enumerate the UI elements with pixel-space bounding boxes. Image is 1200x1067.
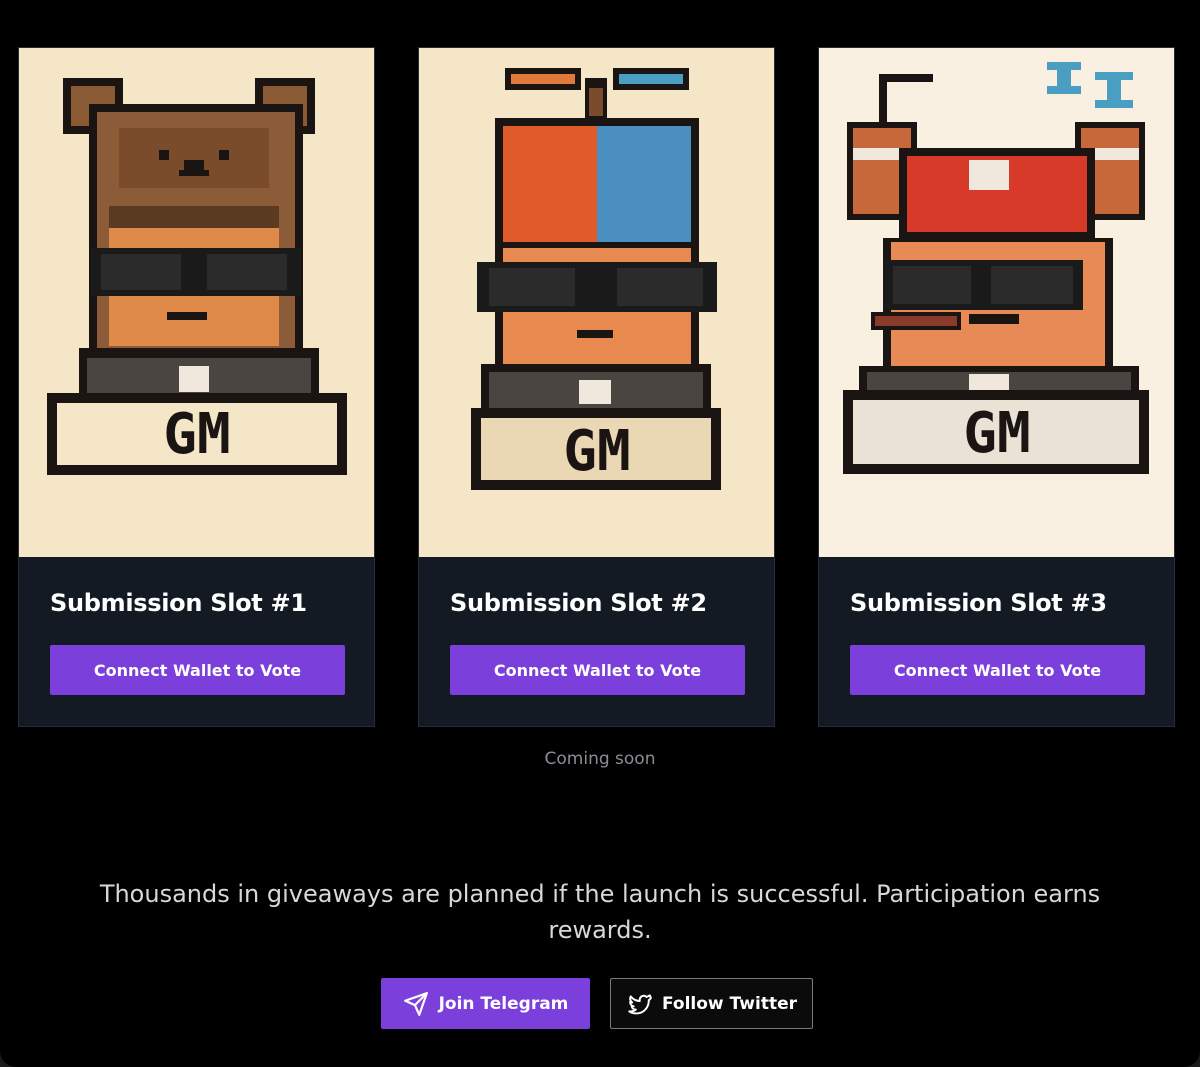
submission-card-2: GM Submission Slot #2 Connect Wallet to … bbox=[418, 47, 775, 727]
bear-hat-avatar-image: GM bbox=[19, 48, 374, 557]
submission-card-1: GM Submission Slot #1 Connect Wallet to … bbox=[18, 47, 375, 727]
page-frame: GM Submission Slot #1 Connect Wallet to … bbox=[0, 0, 1200, 1067]
card-title-2: Submission Slot #2 bbox=[450, 589, 707, 617]
connect-wallet-vote-button-3[interactable]: Connect Wallet to Vote bbox=[850, 645, 1145, 695]
submission-card-3: GM Submission Slot #3 Connect Wallet to … bbox=[818, 47, 1175, 727]
join-telegram-button[interactable]: Join Telegram bbox=[381, 978, 590, 1029]
coming-soon-text: Coming soon bbox=[544, 749, 656, 769]
card-title-1: Submission Slot #1 bbox=[50, 589, 307, 617]
propeller-cap-avatar-image: GM bbox=[419, 48, 774, 557]
gm-badge-3: GM bbox=[963, 401, 1030, 466]
follow-twitter-button[interactable]: Follow Twitter bbox=[610, 978, 813, 1029]
card-title-3: Submission Slot #3 bbox=[850, 589, 1107, 617]
connect-wallet-vote-button-1[interactable]: Connect Wallet to Vote bbox=[50, 645, 345, 695]
paper-plane-icon bbox=[403, 991, 429, 1017]
gm-badge-1: GM bbox=[163, 402, 230, 467]
gm-badge-2: GM bbox=[563, 419, 630, 484]
join-telegram-label: Join Telegram bbox=[438, 993, 569, 1014]
giveaway-promo-text: Thousands in giveaways are planned if th… bbox=[99, 880, 1101, 944]
twitter-bird-icon bbox=[626, 991, 652, 1017]
red-cap-cigar-avatar-image: GM bbox=[819, 48, 1174, 557]
follow-twitter-label: Follow Twitter bbox=[662, 993, 797, 1014]
connect-wallet-vote-button-2[interactable]: Connect Wallet to Vote bbox=[450, 645, 745, 695]
